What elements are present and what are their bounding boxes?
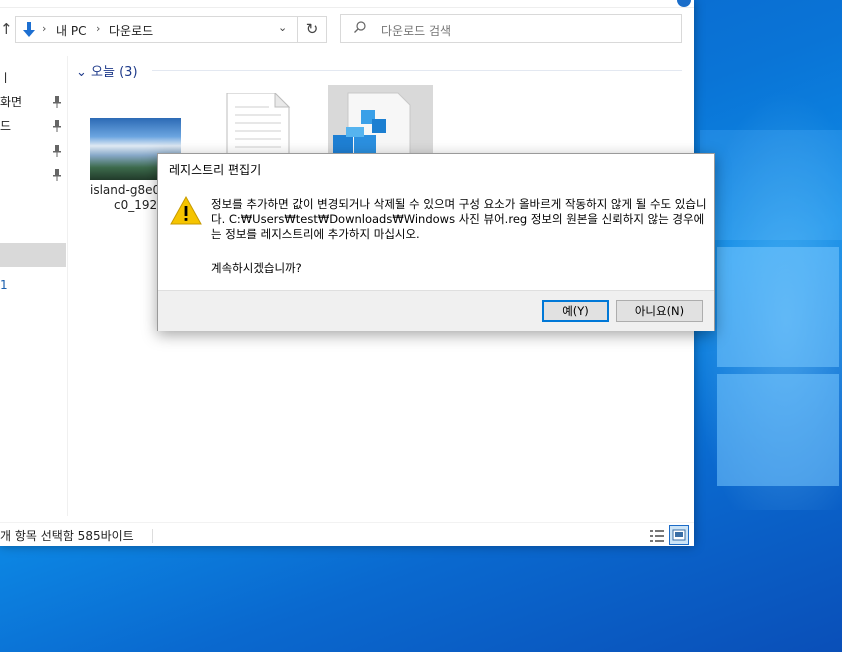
registry-editor-dialog: 레지스트리 편집기 정보를 추가하면 값이 변경되거나 삭제될 수 있으며 구성… xyxy=(157,153,715,331)
chevron-down-icon[interactable]: ⌄ xyxy=(278,21,287,34)
nav-item-label: ㅣ xyxy=(0,71,12,85)
details-view-icon[interactable] xyxy=(648,527,666,545)
group-header[interactable]: ⌄ 오늘 (3) xyxy=(76,61,138,80)
search-icon xyxy=(354,21,366,33)
refresh-icon[interactable]: ↻ xyxy=(298,16,327,43)
up-arrow-icon[interactable]: ↑ xyxy=(0,19,13,39)
nav-item-label: 드 xyxy=(0,119,12,133)
pin-icon xyxy=(53,145,61,157)
pin-icon xyxy=(53,169,61,181)
dialog-question: 계속하시겠습니까? xyxy=(211,261,302,275)
dialog-message: 정보를 추가하면 값이 변경되거나 삭제될 수 있으며 구성 요소가 올바르게 … xyxy=(211,197,707,241)
windows-logo-pane-lower xyxy=(717,374,839,486)
registry-file-icon xyxy=(333,92,411,156)
breadcrumb-separator: › xyxy=(96,22,101,35)
search-input[interactable]: 다운로드 검색 xyxy=(340,14,682,43)
status-text: 개 항목 선택함 585바이트 xyxy=(0,529,134,543)
search-placeholder: 다운로드 검색 xyxy=(381,24,452,38)
group-divider xyxy=(152,70,682,71)
title-bar xyxy=(0,0,694,8)
dialog-footer: 예(Y) 아니요(N) xyxy=(158,290,714,331)
breadcrumb-downloads[interactable]: 다운로드 xyxy=(109,22,153,39)
pin-icon xyxy=(53,120,61,132)
selected-file-tile[interactable] xyxy=(328,85,433,156)
nav-item-pinned[interactable] xyxy=(0,141,66,161)
status-divider xyxy=(152,529,153,543)
address-bar[interactable]: › 내 PC › 다운로드 ⌄ xyxy=(15,16,298,43)
warning-icon xyxy=(170,195,202,225)
download-folder-icon xyxy=(23,22,35,37)
nav-item-label: 1 xyxy=(0,278,8,292)
no-button[interactable]: 아니요(N) xyxy=(616,300,703,322)
pin-icon xyxy=(53,96,61,108)
dialog-title: 레지스트리 편집기 xyxy=(169,163,262,177)
nav-item-this-pc[interactable]: 1 xyxy=(0,275,66,295)
nav-item-selected[interactable] xyxy=(0,243,66,267)
large-icons-glyph xyxy=(672,529,686,541)
group-header-label: 오늘 (3) xyxy=(91,65,138,80)
breadcrumb-separator: › xyxy=(42,22,47,35)
yes-button[interactable]: 예(Y) xyxy=(542,300,609,322)
status-bar: 개 항목 선택함 585바이트 xyxy=(0,522,694,546)
breadcrumb-this-pc[interactable]: 내 PC xyxy=(56,22,86,39)
large-icons-view-icon[interactable] xyxy=(669,525,689,545)
windows-logo-pane-right-upper xyxy=(700,130,842,240)
nav-item-label: 화면 xyxy=(0,95,23,109)
nav-item-quick-access[interactable]: ㅣ xyxy=(0,68,66,88)
windows-logo-pane-upper xyxy=(717,247,839,367)
chevron-down-icon: ⌄ xyxy=(76,65,87,80)
nav-item-downloads[interactable]: 드 xyxy=(0,116,66,136)
nav-item-desktop[interactable]: 화면 xyxy=(0,92,66,112)
nav-item-pinned[interactable] xyxy=(0,165,66,185)
navigation-pane: ㅣ 화면 드 1 xyxy=(0,56,68,516)
